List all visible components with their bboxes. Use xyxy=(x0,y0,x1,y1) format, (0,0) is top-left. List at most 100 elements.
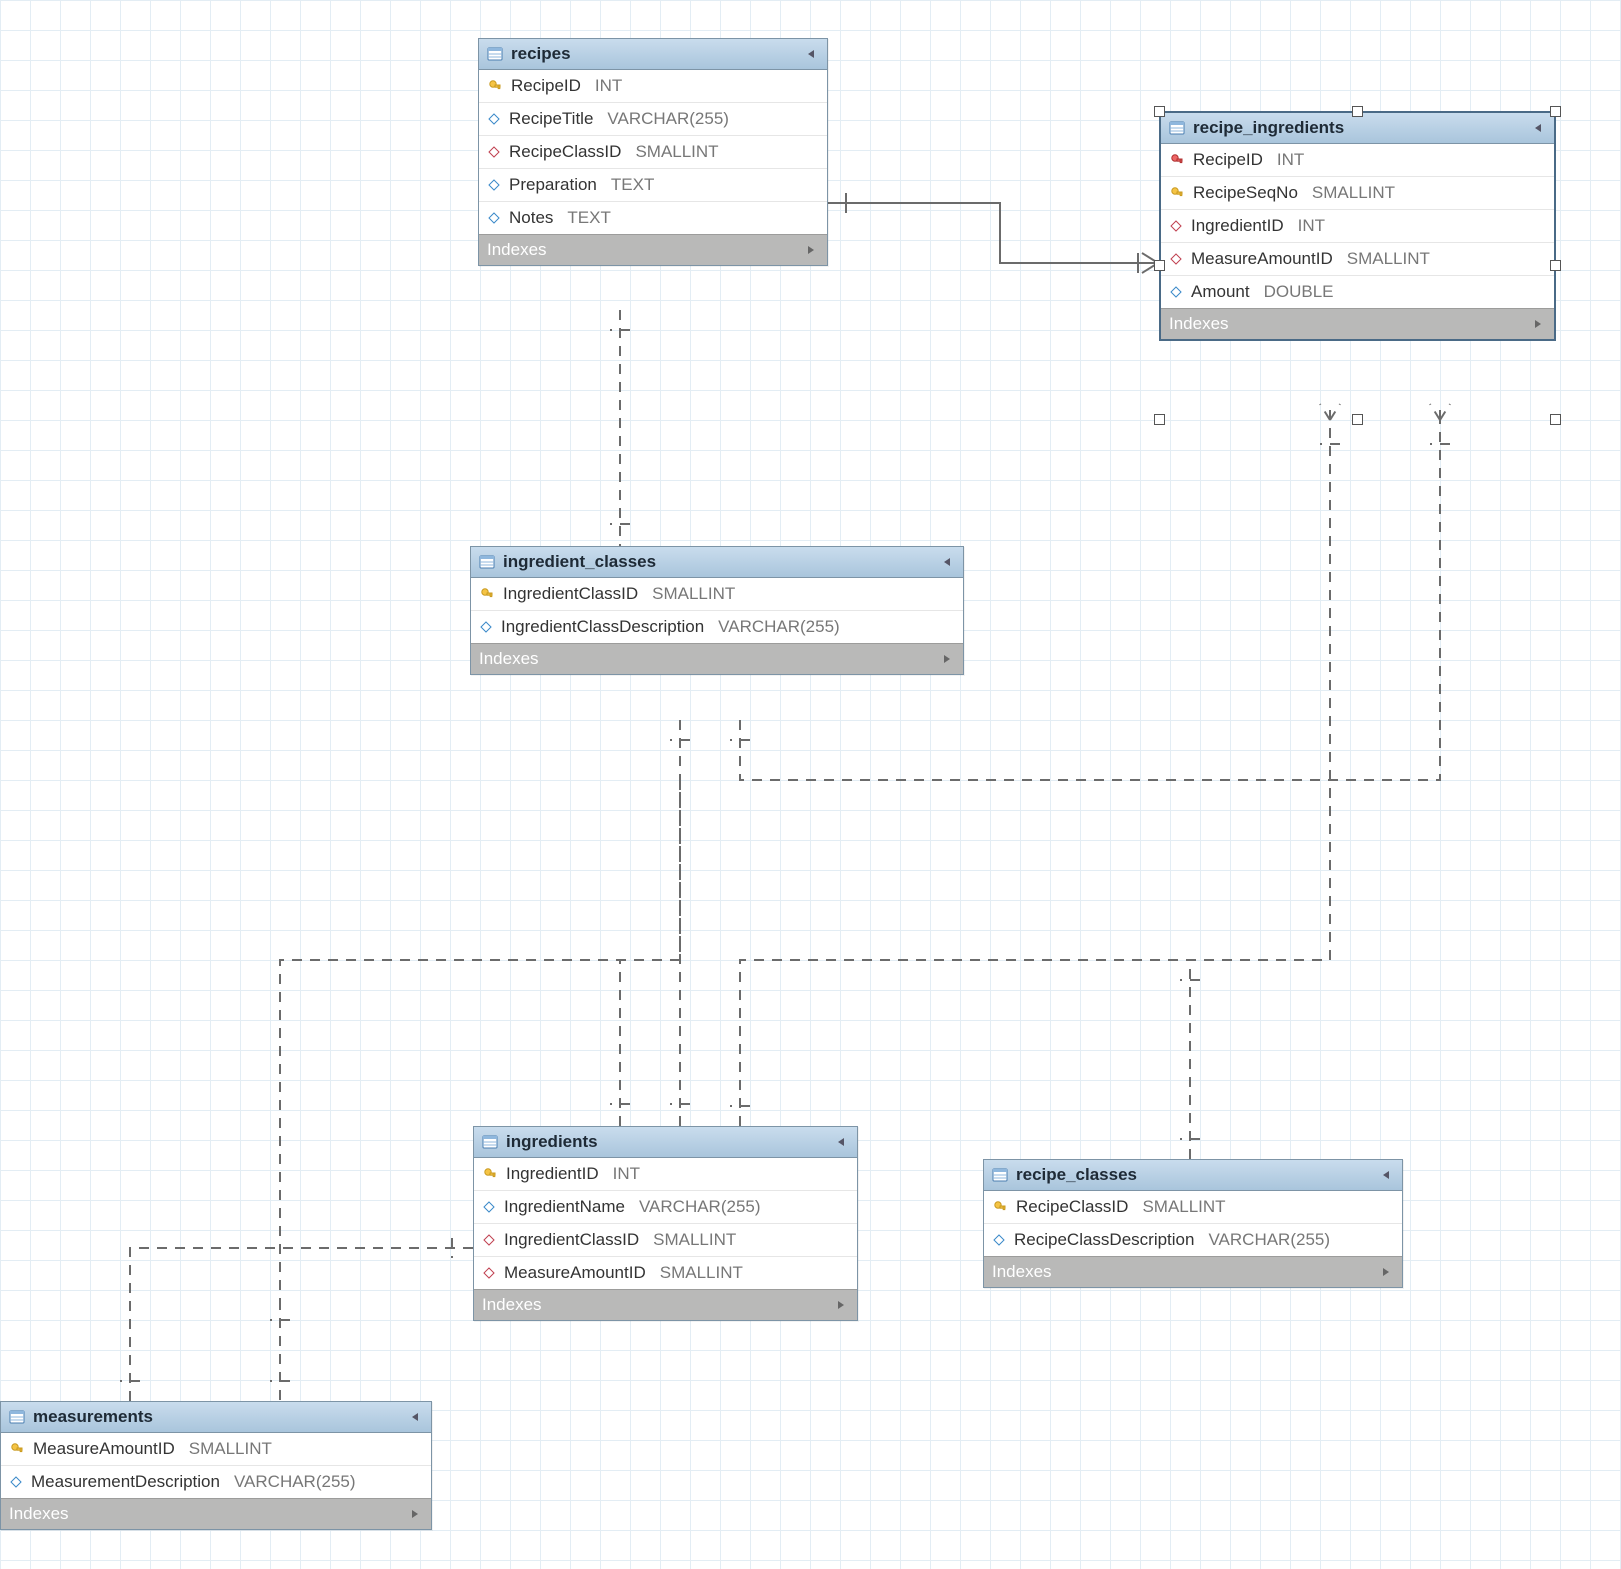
table-ingredient-classes[interactable]: ingredient_classes IngredientClassID SMA… xyxy=(470,546,964,675)
rel-measurements-branch xyxy=(270,1300,290,1401)
selection-handle[interactable] xyxy=(1154,106,1165,117)
column-list: RecipeID INT RecipeSeqNo SMALLINT Ingred… xyxy=(1161,144,1554,308)
column-name: RecipeClassID xyxy=(1016,1197,1128,1217)
column-row[interactable]: IngredientClassDescription VARCHAR(255) xyxy=(471,611,963,643)
indexes-section[interactable]: Indexes xyxy=(479,234,827,265)
foreign-key-icon xyxy=(1169,219,1183,233)
column-row[interactable]: RecipeSeqNo SMALLINT xyxy=(1161,177,1554,210)
primary-key-icon xyxy=(479,586,495,602)
column-name: RecipeID xyxy=(511,76,581,96)
selection-handle[interactable] xyxy=(1352,414,1363,425)
collapse-icon[interactable] xyxy=(1378,1167,1394,1183)
table-header[interactable]: recipe_ingredients xyxy=(1161,113,1554,144)
expand-icon[interactable] xyxy=(407,1506,423,1522)
indexes-section[interactable]: Indexes xyxy=(1,1498,431,1529)
selection-handle[interactable] xyxy=(1550,260,1561,271)
column-row[interactable]: IngredientName VARCHAR(255) xyxy=(474,1191,857,1224)
column-type: INT xyxy=(1298,216,1325,236)
table-header[interactable]: recipe_classes xyxy=(984,1160,1402,1191)
collapse-icon[interactable] xyxy=(407,1409,423,1425)
rel-ingredients-to-measurements xyxy=(120,1238,489,1401)
column-name: RecipeSeqNo xyxy=(1193,183,1298,203)
column-type: SMALLINT xyxy=(635,142,718,162)
table-measurements[interactable]: measurements MeasureAmountID SMALLINT Me… xyxy=(0,1401,432,1530)
table-title: recipe_ingredients xyxy=(1193,118,1522,138)
expand-icon[interactable] xyxy=(1530,316,1546,332)
collapse-icon[interactable] xyxy=(1530,120,1546,136)
table-icon xyxy=(992,1167,1008,1183)
diagram-canvas[interactable]: recipes RecipeID INT RecipeTitle VARCHAR… xyxy=(0,0,1621,1569)
column-type: SMALLINT xyxy=(189,1439,272,1459)
column-row[interactable]: RecipeID INT xyxy=(479,70,827,103)
table-header[interactable]: measurements xyxy=(1,1402,431,1433)
foreign-key-icon xyxy=(482,1266,496,1280)
column-name: RecipeClassID xyxy=(509,142,621,162)
column-type: INT xyxy=(595,76,622,96)
table-icon xyxy=(482,1134,498,1150)
column-row[interactable]: Preparation TEXT xyxy=(479,169,827,202)
indexes-section[interactable]: Indexes xyxy=(474,1289,857,1320)
table-header[interactable]: ingredients xyxy=(474,1127,857,1158)
primary-key-icon xyxy=(992,1199,1008,1215)
expand-icon[interactable] xyxy=(833,1297,849,1313)
primary-key-icon xyxy=(482,1166,498,1182)
column-row[interactable]: Amount DOUBLE xyxy=(1161,276,1554,308)
indexes-section[interactable]: Indexes xyxy=(471,643,963,674)
table-title: ingredient_classes xyxy=(503,552,931,572)
table-recipe-ingredients[interactable]: recipe_ingredients RecipeID INT RecipeSe… xyxy=(1160,112,1555,340)
table-ingredients[interactable]: ingredients IngredientID INT IngredientN… xyxy=(473,1126,858,1321)
column-icon xyxy=(487,211,501,225)
collapse-icon[interactable] xyxy=(833,1134,849,1150)
selection-handle[interactable] xyxy=(1550,414,1561,425)
table-title: recipe_classes xyxy=(1016,1165,1370,1185)
column-name: Preparation xyxy=(509,175,597,195)
column-icon xyxy=(9,1475,23,1489)
indexes-section[interactable]: Indexes xyxy=(984,1256,1402,1287)
column-icon xyxy=(482,1200,496,1214)
column-row[interactable]: RecipeClassDescription VARCHAR(255) xyxy=(984,1224,1402,1256)
column-row[interactable]: Notes TEXT xyxy=(479,202,827,234)
indexes-label: Indexes xyxy=(992,1262,1378,1282)
rel-ingredient-classes-to-ingredients xyxy=(670,720,690,1142)
column-row[interactable]: RecipeClassID SMALLINT xyxy=(479,136,827,169)
column-row[interactable]: RecipeID INT xyxy=(1161,144,1554,177)
table-header[interactable]: recipes xyxy=(479,39,827,70)
indexes-label: Indexes xyxy=(1169,314,1530,334)
indexes-section[interactable]: Indexes xyxy=(1161,308,1554,339)
selection-handle[interactable] xyxy=(1154,260,1165,271)
primary-key-icon xyxy=(1169,185,1185,201)
collapse-icon[interactable] xyxy=(939,554,955,570)
column-row[interactable]: IngredientID INT xyxy=(1161,210,1554,243)
column-row[interactable]: RecipeTitle VARCHAR(255) xyxy=(479,103,827,136)
column-type: SMALLINT xyxy=(652,584,735,604)
column-row[interactable]: MeasureAmountID SMALLINT xyxy=(474,1257,857,1289)
column-type: SMALLINT xyxy=(1312,183,1395,203)
column-row[interactable]: IngredientClassID SMALLINT xyxy=(474,1224,857,1257)
column-icon xyxy=(487,178,501,192)
collapse-icon[interactable] xyxy=(803,46,819,62)
selection-handle[interactable] xyxy=(1352,106,1363,117)
expand-icon[interactable] xyxy=(939,651,955,667)
column-name: IngredientClassID xyxy=(504,1230,639,1250)
selection-handle[interactable] xyxy=(1154,414,1165,425)
column-row[interactable]: MeasureAmountID SMALLINT xyxy=(1161,243,1554,276)
expand-icon[interactable] xyxy=(1378,1264,1394,1280)
column-icon xyxy=(992,1233,1006,1247)
column-type: TEXT xyxy=(567,208,610,228)
table-recipe-classes[interactable]: recipe_classes RecipeClassID SMALLINT Re… xyxy=(983,1159,1403,1288)
table-header[interactable]: ingredient_classes xyxy=(471,547,963,578)
selection-handle[interactable] xyxy=(1550,106,1561,117)
column-type: VARCHAR(255) xyxy=(607,109,729,129)
column-row[interactable]: IngredientClassID SMALLINT xyxy=(471,578,963,611)
table-recipes[interactable]: recipes RecipeID INT RecipeTitle VARCHAR… xyxy=(478,38,828,266)
column-row[interactable]: RecipeClassID SMALLINT xyxy=(984,1191,1402,1224)
column-row[interactable]: IngredientID INT xyxy=(474,1158,857,1191)
column-icon xyxy=(479,620,493,634)
column-name: MeasureAmountID xyxy=(33,1439,175,1459)
column-row[interactable]: MeasureAmountID SMALLINT xyxy=(1,1433,431,1466)
column-type: VARCHAR(255) xyxy=(234,1472,356,1492)
column-icon xyxy=(487,112,501,126)
expand-icon[interactable] xyxy=(803,242,819,258)
primary-key-icon xyxy=(9,1441,25,1457)
column-row[interactable]: MeasurementDescription VARCHAR(255) xyxy=(1,1466,431,1498)
